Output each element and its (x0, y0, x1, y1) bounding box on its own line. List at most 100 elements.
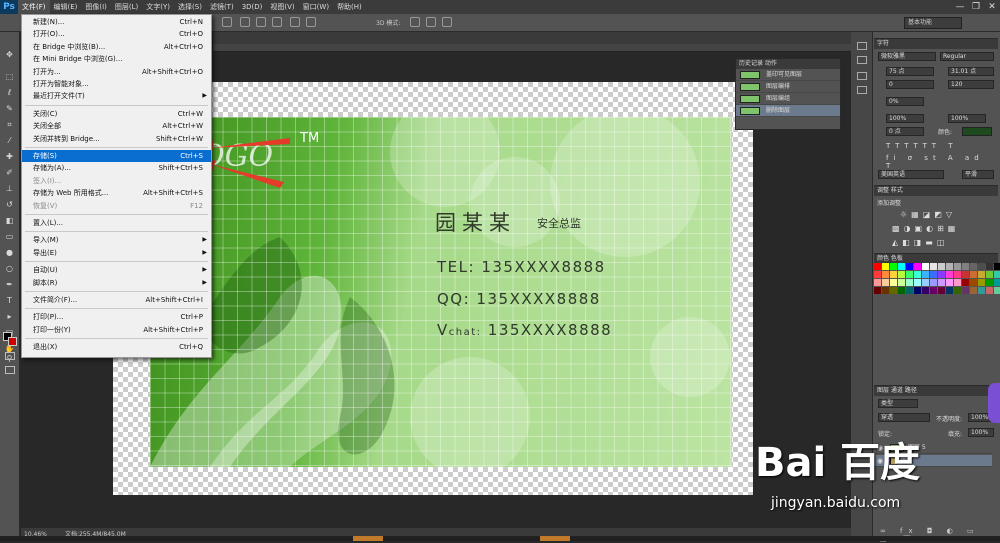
adjustment-icons-row2[interactable]: ▩◑▣◐⊞▦ (892, 224, 959, 233)
file-menu-item[interactable]: 退出(X) Ctrl+Q (22, 341, 211, 353)
menu-1[interactable]: 编辑(E) (50, 0, 82, 14)
file-menu-item[interactable]: 在 Bridge 中浏览(B)... Alt+Ctrl+O (22, 41, 211, 53)
character-panel-tab[interactable]: 字符 (874, 39, 998, 49)
distribute-icon[interactable] (290, 17, 300, 27)
history-row[interactable]: 删除图层 (736, 105, 840, 117)
color-swatch[interactable] (962, 287, 969, 294)
file-menu-item[interactable]: 文件简介(F)... Alt+Shift+Ctrl+I (22, 294, 211, 306)
color-swatch[interactable] (946, 287, 953, 294)
color-swatch[interactable] (978, 263, 985, 270)
file-menu-item[interactable]: 存储为(A)... Shift+Ctrl+S (22, 162, 211, 174)
color-swatch[interactable] (946, 279, 953, 286)
taskbar-item[interactable] (540, 536, 570, 541)
file-menu-item[interactable]: 导出(E) ▶ (22, 247, 211, 259)
blend-mode-select[interactable]: 穿透 (878, 413, 930, 422)
color-swatch[interactable] (930, 287, 937, 294)
tool-preset-icon[interactable] (222, 17, 232, 27)
menu-2[interactable]: 图像(I) (81, 0, 111, 14)
color-swatch[interactable] (914, 263, 921, 270)
minimize-icon[interactable]: — (952, 0, 968, 14)
color-swatch[interactable] (922, 279, 929, 286)
color-swatch[interactable] (962, 279, 969, 286)
file-menu-item[interactable]: 打印(P)... Ctrl+P (22, 311, 211, 323)
color-swatch[interactable] (978, 287, 985, 294)
color-swatch[interactable] (954, 287, 961, 294)
history-brush-icon[interactable]: ↺ (4, 200, 15, 209)
layers-panel-tabs[interactable]: 图层 通道 路径 (874, 386, 998, 396)
brush-tool-icon[interactable]: ✐ (4, 168, 15, 177)
align-right-icon[interactable] (272, 17, 282, 27)
file-menu-item[interactable]: 关闭(C) Ctrl+W (22, 108, 211, 120)
menu-7[interactable]: 3D(D) (238, 0, 267, 14)
color-swatch[interactable] (874, 279, 881, 286)
menu-8[interactable]: 视图(V) (266, 0, 298, 14)
color-swatch[interactable] (882, 263, 889, 270)
font-style-select[interactable]: Regular (940, 52, 994, 61)
pen-tool-icon[interactable]: ✒ (4, 280, 15, 289)
color-swatch[interactable] (986, 271, 993, 278)
restore-icon[interactable]: ❐ (968, 0, 984, 14)
file-menu-item[interactable]: 最近打开文件(T) ▶ (22, 90, 211, 102)
file-menu-item[interactable]: 存储(S) Ctrl+S (22, 150, 211, 162)
history-row[interactable]: 图层编组 (736, 93, 840, 105)
distribute-v-icon[interactable] (306, 17, 316, 27)
baseline-field[interactable]: 0 点 (886, 127, 924, 136)
marquee-tool-icon[interactable]: ⬚ (4, 72, 15, 81)
document-tab-strip[interactable] (213, 32, 853, 44)
color-swatch[interactable] (994, 263, 1000, 270)
align-left-icon[interactable] (240, 17, 250, 27)
3d-roll-icon[interactable] (426, 17, 436, 27)
quick-mask-icon[interactable] (5, 352, 15, 360)
healing-brush-icon[interactable]: ✚ (4, 152, 15, 161)
file-menu-item[interactable]: 打开(O)... Ctrl+O (22, 28, 211, 40)
color-swatch[interactable] (970, 263, 977, 270)
move-tool-icon[interactable]: ✥ (4, 50, 15, 59)
3d-rotate-icon[interactable] (410, 17, 420, 27)
adjustments-panel-tabs[interactable]: 调整 样式 (874, 186, 998, 196)
color-swatch[interactable] (938, 287, 945, 294)
color-swatch[interactable] (898, 287, 905, 294)
tracking-field[interactable]: 120 (948, 80, 994, 89)
paragraph-panel-icon[interactable] (857, 86, 867, 94)
file-menu-item[interactable]: 导入(M) ▶ (22, 234, 211, 246)
color-swatch[interactable] (898, 263, 905, 270)
swatch-grid[interactable] (874, 263, 1000, 311)
layer-kind-filter[interactable]: 类型 (878, 399, 918, 408)
background-color-swatch[interactable] (8, 337, 17, 346)
color-swatch[interactable] (922, 271, 929, 278)
history-row[interactable]: 盖印可见图层 (736, 69, 840, 81)
color-swatch[interactable] (898, 271, 905, 278)
color-swatch[interactable] (978, 279, 985, 286)
eyedropper-icon[interactable]: ⁄ (4, 136, 15, 145)
color-swatch[interactable] (922, 263, 929, 270)
color-swatch[interactable] (906, 271, 913, 278)
color-swatch[interactable] (938, 263, 945, 270)
color-swatch[interactable] (890, 287, 897, 294)
adjustment-icons-row3[interactable]: ◭◧◨▬◫ (892, 238, 948, 247)
file-menu-item[interactable]: 打印一份(Y) Alt+Shift+Ctrl+P (22, 324, 211, 336)
color-swatch[interactable] (874, 263, 881, 270)
color-swatch[interactable] (970, 287, 977, 294)
menu-3[interactable]: 图层(L) (111, 0, 142, 14)
color-swatch[interactable] (914, 287, 921, 294)
language-select[interactable]: 美国英语 (878, 170, 944, 179)
close-icon[interactable]: ✕ (984, 0, 1000, 14)
lasso-tool-icon[interactable]: ℓ (4, 88, 15, 97)
menu-0[interactable]: 文件(F) (18, 0, 50, 14)
history-panel-tabs[interactable]: 历史记录 动作 (736, 59, 840, 69)
color-swatch[interactable] (906, 263, 913, 270)
gradient-tool-icon[interactable]: ▭ (4, 232, 15, 241)
scale-field[interactable]: 0% (886, 97, 924, 106)
menu-5[interactable]: 选择(S) (174, 0, 206, 14)
color-swatch[interactable] (986, 287, 993, 294)
color-swatch[interactable] (946, 263, 953, 270)
file-menu-item[interactable]: 恢复(V) F12 (22, 200, 211, 212)
color-swatch[interactable] (906, 279, 913, 286)
opentype-buttons[interactable]: fi σ st A ad T (886, 154, 998, 170)
text-style-buttons[interactable]: TTTTTT T (886, 142, 958, 150)
eraser-tool-icon[interactable]: ◧ (4, 216, 15, 225)
file-menu-item[interactable]: 关闭并转到 Bridge... Shift+Ctrl+W (22, 133, 211, 145)
color-swatch[interactable] (882, 271, 889, 278)
file-menu-item[interactable]: 脚本(R) ▶ (22, 277, 211, 289)
color-swatch[interactable] (890, 263, 897, 270)
